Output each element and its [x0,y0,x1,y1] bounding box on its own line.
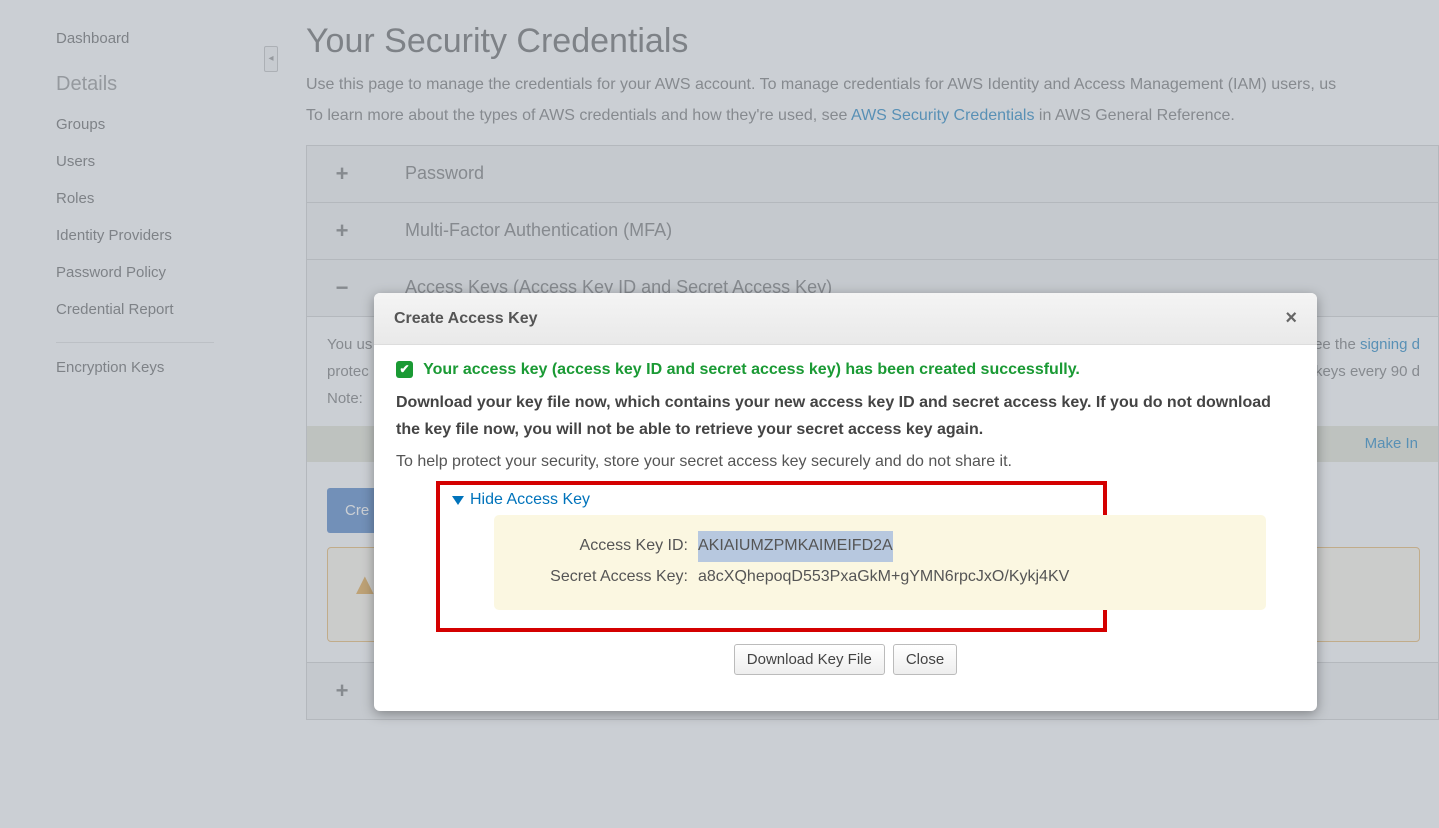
page-title: Your Security Credentials [306,22,1439,61]
sidebar-item-dashboard[interactable]: Dashboard [56,20,270,57]
close-icon[interactable]: × [1285,307,1297,330]
collapse-icon: − [329,275,355,301]
sidebar-item-identity-providers[interactable]: Identity Providers [56,217,270,254]
chevron-down-icon [452,496,464,505]
sidebar-divider [56,342,214,343]
hide-access-key-label: Hide Access Key [470,491,590,509]
download-warning: Download your key file now, which contai… [396,389,1295,443]
close-button[interactable]: Close [893,644,957,675]
intro-line-1: Use this page to manage the credentials … [306,76,1336,93]
access-key-id-value[interactable]: AKIAIUMZPMKAIMEIFD2A [698,531,893,561]
panel-text: keys every 90 d [1315,358,1420,385]
panel-text: protec [327,363,369,380]
dialog-footer: Download Key File Close [396,632,1295,693]
dialog-header: Create Access Key × [374,293,1317,345]
intro-line-2b: in AWS General Reference. [1039,107,1235,124]
expand-icon: + [329,218,355,244]
access-key-id-label: Access Key ID: [518,531,688,561]
intro-text: Use this page to manage the credentials … [306,71,1439,131]
panel-text: ee the [1314,336,1360,353]
sidebar-item-encryption-keys[interactable]: Encryption Keys [56,349,270,386]
sidebar-item-users[interactable]: Users [56,143,270,180]
dialog-title: Create Access Key [394,310,538,328]
sidebar-item-password-policy[interactable]: Password Policy [56,254,270,291]
expand-icon: + [329,678,355,704]
dialog-body: ✔ Your access key (access key ID and sec… [374,345,1317,711]
sidebar-item-roles[interactable]: Roles [56,180,270,217]
intro-line-2a: To learn more about the types of AWS cre… [306,107,851,124]
success-text: Your access key (access key ID and secre… [423,361,1080,378]
access-key-box: Access Key ID: AKIAIUMZPMKAIMEIFD2A Secr… [494,515,1266,610]
panel-text: You us [327,336,372,353]
download-key-file-button[interactable]: Download Key File [734,644,885,675]
sidebar: Dashboard Details Groups Users Roles Ide… [0,0,270,828]
sidebar-header-details: Details [56,63,270,106]
accordion-label: Multi-Factor Authentication (MFA) [405,220,672,241]
accordion-label: Password [405,163,484,184]
success-message: ✔ Your access key (access key ID and sec… [396,361,1295,379]
sidebar-item-credential-report[interactable]: Credential Report [56,291,270,328]
create-access-key-dialog: Create Access Key × ✔ Your access key (a… [374,293,1317,711]
secret-access-key-label: Secret Access Key: [518,562,688,592]
accordion-mfa[interactable]: + Multi-Factor Authentication (MFA) [306,203,1439,260]
sidebar-item-groups[interactable]: Groups [56,106,270,143]
signing-link[interactable]: signing d [1360,336,1420,353]
intro-link-credentials[interactable]: AWS Security Credentials [851,107,1034,124]
check-icon: ✔ [396,361,413,378]
accordion-password[interactable]: + Password [306,145,1439,203]
secret-access-key-value[interactable]: a8cXQhepoqD553PxaGkM+gYMN6rpcJxO/Kykj4KV [698,562,1069,592]
hide-access-key-toggle[interactable]: Hide Access Key [452,491,1091,509]
make-inactive-link[interactable]: Make In [1365,430,1418,457]
access-key-highlight: Hide Access Key Access Key ID: AKIAIUMZP… [436,481,1107,632]
expand-icon: + [329,161,355,187]
security-note: To help protect your security, store you… [396,453,1295,471]
